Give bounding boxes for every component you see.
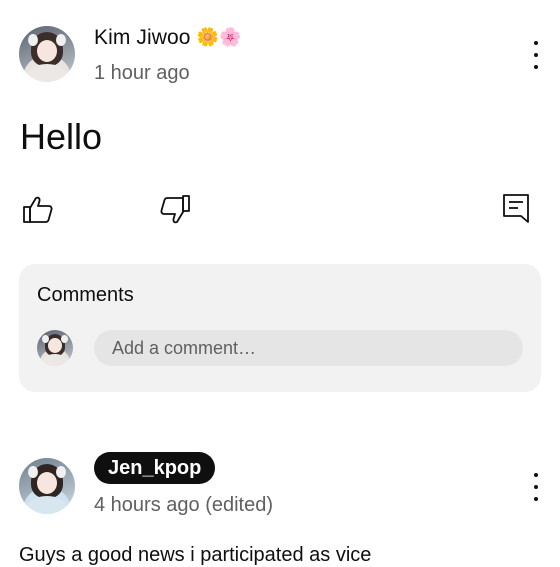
next-post-time: 4 hours ago (edited) xyxy=(94,494,274,516)
author-emojis: 🌼🌸 xyxy=(196,27,242,47)
author-name-text: Kim Jiwoo xyxy=(94,26,191,49)
comments-card[interactable]: Comments Add a comment… xyxy=(19,264,541,392)
comment-icon[interactable] xyxy=(501,192,533,224)
thumbs-up-icon[interactable] xyxy=(22,194,54,226)
comments-title: Comments xyxy=(37,284,134,306)
post-time: 1 hour ago xyxy=(94,62,190,84)
author-name[interactable]: Kim Jiwoo 🌼🌸 xyxy=(94,26,242,50)
next-more-options-icon[interactable] xyxy=(526,470,546,504)
next-post-body: Guys a good news i participated as vice xyxy=(19,544,372,566)
next-author-avatar[interactable] xyxy=(19,458,75,514)
current-user-avatar xyxy=(37,330,73,366)
thumbs-down-icon[interactable] xyxy=(159,194,191,226)
next-author-name[interactable]: Jen_kpop xyxy=(94,452,216,484)
add-comment-input[interactable]: Add a comment… xyxy=(94,330,523,366)
author-avatar[interactable] xyxy=(19,26,75,82)
post-body: Hello xyxy=(20,116,103,157)
more-options-icon[interactable] xyxy=(526,38,546,72)
